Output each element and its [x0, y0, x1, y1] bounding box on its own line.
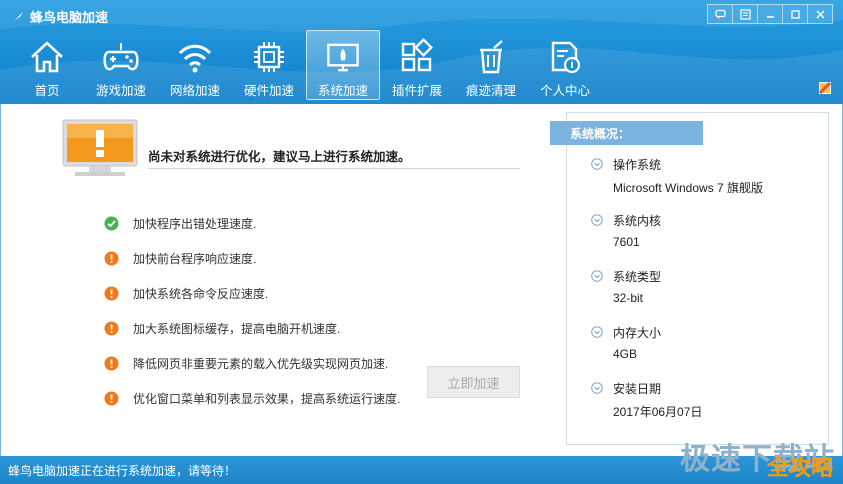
sys-info-label: 系统类型 [591, 267, 763, 285]
sys-info-value: 7601 [613, 235, 640, 249]
chevron-down-circle-icon[interactable] [591, 158, 603, 170]
system-overview-header: 系统概况： [550, 121, 703, 145]
nav-network-label: 网络加速 [169, 84, 220, 98]
minimize-icon [766, 15, 774, 18]
sys-info-row: 内存大小 4GB [591, 323, 763, 379]
monitor-rocket-icon [327, 43, 359, 72]
warning-circle-icon [104, 286, 119, 301]
app-title-text: 蜂鸟电脑加速 [30, 10, 109, 25]
grid-icon [401, 38, 433, 72]
list-item-text: 加快程序出错处理速度. [133, 217, 257, 231]
headline-divider [148, 168, 520, 169]
sys-info-label-text: 系统类型 [613, 269, 662, 284]
sys-info-label: 内存大小 [591, 323, 763, 341]
chevron-down-circle-icon[interactable] [591, 214, 603, 226]
maximize-icon [790, 9, 800, 19]
skin-icon[interactable] [819, 82, 831, 94]
chat-icon [714, 9, 726, 19]
nav-hardware[interactable]: 硬件加速 [232, 30, 306, 100]
sys-info-value: Microsoft Windows 7 旗舰版 [613, 181, 764, 195]
warning-monitor-icon [62, 119, 138, 176]
menu-button[interactable] [732, 4, 757, 24]
nav-home[interactable]: 首页 [10, 30, 84, 100]
gamepad-icon [103, 43, 139, 71]
sys-info-label: 操作系统 [591, 155, 763, 173]
title-bar: 蜂鸟电脑加速 首页 游戏加速 网络加速 硬件加速 系统加速 插件扩展 痕迹清理 … [0, 0, 843, 104]
system-info-list: 操作系统 Microsoft Windows 7 旗舰版 系统内核 7601 系… [591, 155, 763, 435]
feedback-button[interactable] [707, 4, 732, 24]
nav-user-label: 个人中心 [539, 84, 590, 98]
chip-icon [254, 42, 284, 72]
hummingbird-logo-icon [13, 11, 23, 22]
sys-info-value: 32-bit [613, 291, 644, 305]
sys-info-label-text: 安装日期 [613, 381, 662, 396]
warning-circle-icon [104, 356, 119, 371]
sys-info-label-text: 系统内核 [613, 213, 662, 228]
check-circle-icon [104, 216, 119, 231]
chevron-down-circle-icon[interactable] [591, 382, 603, 394]
optimization-list: 加快程序出错处理速度. 加快前台程序响应速度. 加快系统各命令反应速度. 加大系… [104, 206, 400, 416]
sys-info-value: 4GB [613, 347, 638, 361]
sys-info-label: 系统内核 [591, 211, 763, 229]
sys-info-row: 系统内核 7601 [591, 211, 763, 267]
nav-home-label: 首页 [34, 84, 60, 98]
sys-info-label: 安装日期 [591, 379, 763, 397]
nav-system-label: 系统加速 [317, 84, 368, 98]
maximize-button[interactable] [782, 4, 807, 24]
accelerate-now-button[interactable]: 立即加速 [427, 366, 520, 398]
sys-info-label-text: 操作系统 [613, 157, 662, 172]
nav-user[interactable]: 个人中心 [528, 30, 602, 100]
list-item: 优化窗口菜单和列表显示效果，提高系统运行速度. [104, 381, 400, 416]
list-item-text: 降低网页非重要元素的载入优先级实现网页加速. [133, 357, 389, 371]
app-title: 蜂鸟电脑加速 [12, 7, 108, 26]
user-doc-icon [551, 41, 581, 74]
nav-plugin-label: 插件扩展 [391, 84, 442, 98]
list-item-text: 加大系统图标缓存，提高电脑开机速度. [133, 322, 341, 336]
list-item-text: 加快前台程序响应速度. [133, 252, 257, 266]
nav-cleanup-label: 痕迹清理 [465, 84, 516, 98]
sys-info-row: 安装日期 2017年06月07日 [591, 379, 763, 435]
nav-hardware-label: 硬件加速 [243, 84, 294, 98]
list-item-text: 优化窗口菜单和列表显示效果，提高系统运行速度. [133, 392, 401, 406]
status-text: 蜂鸟电脑加速正在进行系统加速，请等待！ [8, 463, 237, 478]
sys-info-row: 系统类型 32-bit [591, 267, 763, 323]
close-icon [815, 9, 825, 19]
close-button[interactable] [807, 4, 833, 24]
list-item: 加大系统图标缓存，提高电脑开机速度. [104, 311, 400, 346]
nav-network[interactable]: 网络加速 [158, 30, 232, 100]
nav-game[interactable]: 游戏加速 [84, 30, 158, 100]
menu-icon [739, 8, 751, 20]
sys-info-value: 2017年06月07日 [613, 405, 703, 419]
list-item: 加快前台程序响应速度. [104, 241, 400, 276]
nav-game-label: 游戏加速 [95, 84, 146, 98]
system-overview-panel: 系统概况： 操作系统 Microsoft Windows 7 旗舰版 系统内核 … [550, 112, 829, 445]
sys-info-row: 操作系统 Microsoft Windows 7 旗舰版 [591, 155, 763, 211]
list-item: 加快程序出错处理速度. [104, 206, 400, 241]
list-item: 降低网页非重要元素的载入优先级实现网页加速. [104, 346, 400, 381]
window-controls [707, 4, 833, 24]
system-accel-panel: 尚未对系统进行优化，建议马上进行系统加速。 加快程序出错处理速度. 加快前台程序… [0, 104, 843, 456]
chevron-down-circle-icon[interactable] [591, 326, 603, 338]
warning-circle-icon [104, 251, 119, 266]
main-nav: 首页 游戏加速 网络加速 硬件加速 系统加速 插件扩展 痕迹清理 个人中心 [10, 30, 602, 100]
list-item-text: 加快系统各命令反应速度. [133, 287, 269, 301]
home-icon [31, 41, 63, 73]
list-item: 加快系统各命令反应速度. [104, 276, 400, 311]
watermark-badge: 全攻略 [766, 456, 833, 481]
sys-info-label-text: 内存大小 [613, 325, 662, 340]
optimize-headline: 尚未对系统进行优化，建议马上进行系统加速。 [148, 150, 411, 164]
minimize-button[interactable] [757, 4, 782, 24]
warning-circle-icon [104, 391, 119, 406]
nav-plugin[interactable]: 插件扩展 [380, 30, 454, 100]
chevron-down-circle-icon[interactable] [591, 270, 603, 282]
wifi-icon [178, 44, 212, 73]
warning-circle-icon [104, 321, 119, 336]
nav-system[interactable]: 系统加速 [306, 30, 380, 100]
trash-icon [480, 40, 503, 74]
nav-cleanup[interactable]: 痕迹清理 [454, 30, 528, 100]
